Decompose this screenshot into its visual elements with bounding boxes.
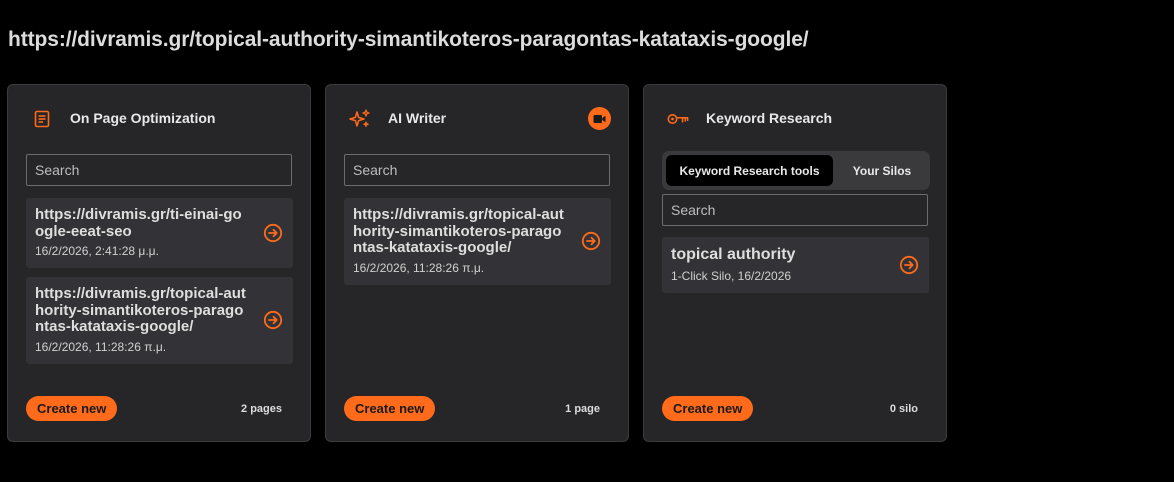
list-item[interactable]: topical authority 1-Click Silo, 16/2/202… [662,237,929,293]
arrow-right-circle-icon[interactable] [899,255,919,275]
arrow-right-circle-icon[interactable] [263,223,283,243]
page-count: 1 page [565,403,600,415]
video-camera-icon[interactable] [588,107,611,130]
card-title: On Page Optimization [70,110,216,126]
item-keyword[interactable]: topical authority [671,246,883,264]
card-header: AI Writer [326,107,628,131]
card-title: Keyword Research [706,110,833,126]
tab-your-silos[interactable]: Your Silos [838,155,926,186]
card-header: On Page Optimization [8,107,310,131]
list-item[interactable]: https://divramis.gr/topical-authority-si… [26,277,293,364]
tab-keyword-research-tools[interactable]: Keyword Research tools [666,155,833,186]
page-count: 2 pages [241,403,282,415]
arrow-right-circle-icon[interactable] [263,310,283,330]
silo-list: topical authority 1-Click Silo, 16/2/202… [662,237,929,377]
keyword-research-card: Keyword Research Keyword Research tools … [643,84,947,442]
list-item[interactable]: https://divramis.gr/ti-einai-google-eeat… [26,198,293,268]
item-date: 16/2/2026, 2:41:28 μ.μ. [35,244,159,258]
card-title: AI Writer [388,110,447,126]
search-input[interactable] [662,194,928,226]
item-url[interactable]: https://divramis.gr/topical-authority-si… [35,285,247,336]
key-icon [667,109,689,129]
search-input[interactable] [26,154,292,186]
item-meta: 1-Click Silo, 16/2/2026 [671,269,792,283]
list-item[interactable]: https://divramis.gr/topical-authority-si… [344,198,611,285]
document-icon [31,109,53,129]
item-url[interactable]: https://divramis.gr/ti-einai-google-eeat… [35,206,247,240]
tab-switcher: Keyword Research tools Your Silos [662,151,930,190]
item-date: 16/2/2026, 11:28:26 π.μ. [353,260,485,275]
page-list: https://divramis.gr/ti-einai-google-eeat… [26,198,293,378]
create-new-button[interactable]: Create new [344,396,436,421]
silo-count: 0 silo [889,403,918,415]
item-date: 16/2/2026, 11:28:26 π.μ. [35,339,167,354]
article-list: https://divramis.gr/topical-authority-si… [344,198,611,378]
create-new-button[interactable]: Create new [26,396,118,421]
sparkles-icon [349,109,371,129]
page-url: https://divramis.gr/topical-authority-si… [8,28,809,51]
create-new-button[interactable]: Create new [662,396,754,421]
search-input[interactable] [344,154,610,186]
card-header: Keyword Research [644,107,946,131]
arrow-right-circle-icon[interactable] [581,231,601,251]
item-url[interactable]: https://divramis.gr/topical-authority-si… [353,206,565,257]
on-page-optimization-card: On Page Optimization https://divramis.gr… [7,84,311,442]
ai-writer-card: AI Writer https://divramis.gr/topical-au… [325,84,629,442]
